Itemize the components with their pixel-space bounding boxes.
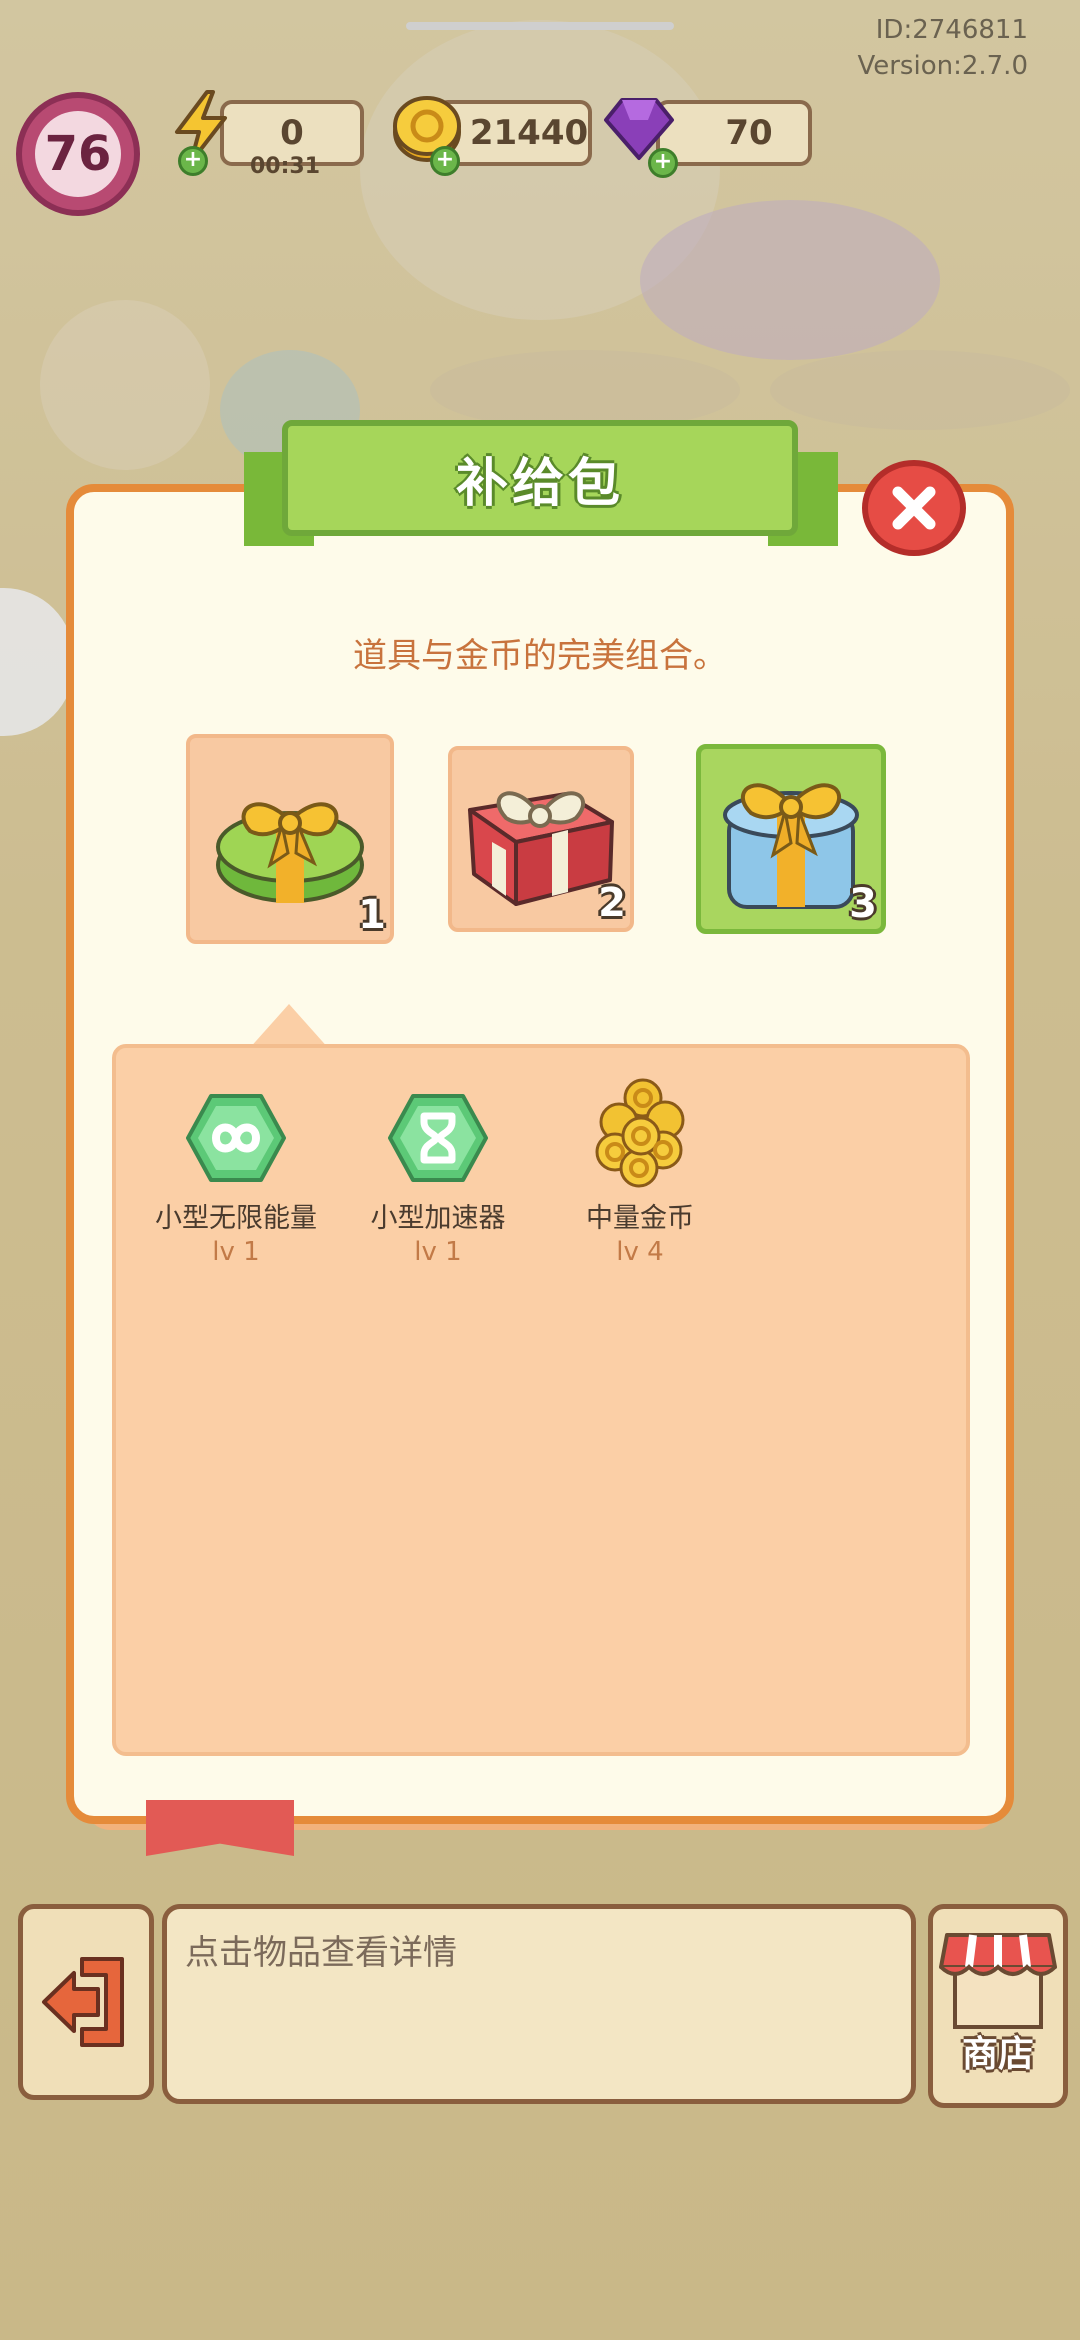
close-button[interactable] <box>862 460 966 556</box>
item-info-box: 点击物品查看详情 <box>162 1904 916 2104</box>
dialog-subtitle: 道具与金币的完美组合。 <box>353 636 727 676</box>
reward-name: 小型无限能量 <box>155 1203 317 1234</box>
shop-icon <box>939 1933 1057 2029</box>
reward-level: lv 1 <box>212 1237 260 1267</box>
package-tab-2[interactable]: 2 <box>448 746 634 932</box>
player-level: 76 <box>35 111 121 197</box>
green-gift-icon <box>216 802 364 903</box>
shop-label: 商店 <box>961 2034 1034 2075</box>
package-tab-3[interactable]: 3 <box>696 744 886 934</box>
hourglass-icon <box>383 1088 493 1188</box>
reward-item-3[interactable]: 中量金币 lv 4 <box>540 1076 740 1267</box>
exit-icon <box>42 1957 124 2047</box>
energy-value: 0 <box>280 113 304 153</box>
package-number: 1 <box>358 892 386 938</box>
info-hint-text: 点击物品查看详情 <box>185 1933 457 1973</box>
package-number: 2 <box>598 880 626 926</box>
version-label: Version:2.7.0 <box>857 51 1028 81</box>
package-number: 3 <box>849 881 877 927</box>
shop-button[interactable]: 商店 <box>928 1904 1068 2108</box>
energy-timer: 00:31 <box>250 154 321 179</box>
dialog-title: 补给包 <box>455 453 624 514</box>
reward-level: lv 1 <box>414 1237 462 1267</box>
add-energy-button[interactable]: + <box>178 146 208 176</box>
version-info: ID:2746811 Version:2.7.0 <box>857 12 1028 84</box>
title-ribbon: 补给包 <box>282 420 798 536</box>
gem-counter[interactable]: 70 <box>656 100 812 166</box>
home-indicator <box>406 22 674 30</box>
game-screen: ID:2746811 Version:2.7.0 76 0 + 00:31 21… <box>0 0 1080 2340</box>
coin-value: 21440 <box>469 113 589 153</box>
gem-value: 70 <box>725 113 773 153</box>
package-tab-1[interactable]: 1 <box>186 734 394 944</box>
exit-button[interactable] <box>18 1904 154 2100</box>
blue-gift-icon <box>723 783 859 909</box>
close-icon <box>892 486 936 530</box>
reward-item-2[interactable]: 小型加速器 lv 1 <box>338 1088 538 1267</box>
reward-level: lv 4 <box>616 1237 664 1267</box>
reward-name: 小型加速器 <box>370 1203 506 1234</box>
reward-item-1[interactable]: 小型无限能量 lv 1 <box>136 1088 336 1267</box>
add-gems-button[interactable]: + <box>648 148 678 178</box>
player-id: ID:2746811 <box>875 15 1028 45</box>
infinity-energy-icon <box>181 1088 291 1188</box>
add-coins-button[interactable]: + <box>430 146 460 176</box>
coin-stack-icon <box>585 1076 695 1188</box>
reward-name: 中量金币 <box>586 1203 694 1234</box>
player-level-badge[interactable]: 76 <box>16 92 140 216</box>
